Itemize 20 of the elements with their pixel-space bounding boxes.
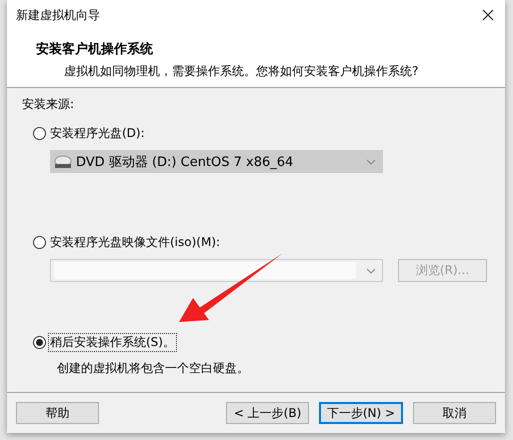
section-label: 安装来源: (22, 96, 76, 113)
radio-button[interactable] (33, 127, 46, 140)
wizard-button[interactable]: 取消 (412, 402, 496, 424)
wizard-button[interactable]: < 上一步(B) (226, 402, 310, 424)
window-title: 新建虚拟机向导 (16, 6, 100, 24)
radio-label[interactable]: 安装程序光盘(D): (49, 125, 146, 142)
caret-icon (366, 158, 376, 164)
radio-button[interactable] (33, 236, 46, 249)
wizard-button[interactable]: 下一步(N) > (319, 402, 403, 424)
radio-button[interactable] (33, 336, 46, 349)
close-icon[interactable] (481, 8, 495, 22)
option-description: 创建的虚拟机将包含一个空白硬盘。 (57, 360, 250, 377)
page-title: 安装客户机操作系统 (36, 40, 154, 58)
radio-label[interactable]: 安装程序光盘映像文件(iso)(M): (49, 234, 222, 251)
dropdown-value: DVD 驱动器 (D:) CentOS 7 x86_64 (76, 154, 294, 170)
page-subtitle: 虚拟机如同物理机，需要操作系统。您将如何安装客户机操作系统? (64, 63, 420, 80)
disc-drive-icon (54, 154, 72, 168)
wizard-button[interactable]: 帮助 (16, 402, 100, 424)
radio-label[interactable]: 稍后安装操作系统(S)。 (49, 334, 176, 351)
caret-icon (366, 268, 376, 274)
